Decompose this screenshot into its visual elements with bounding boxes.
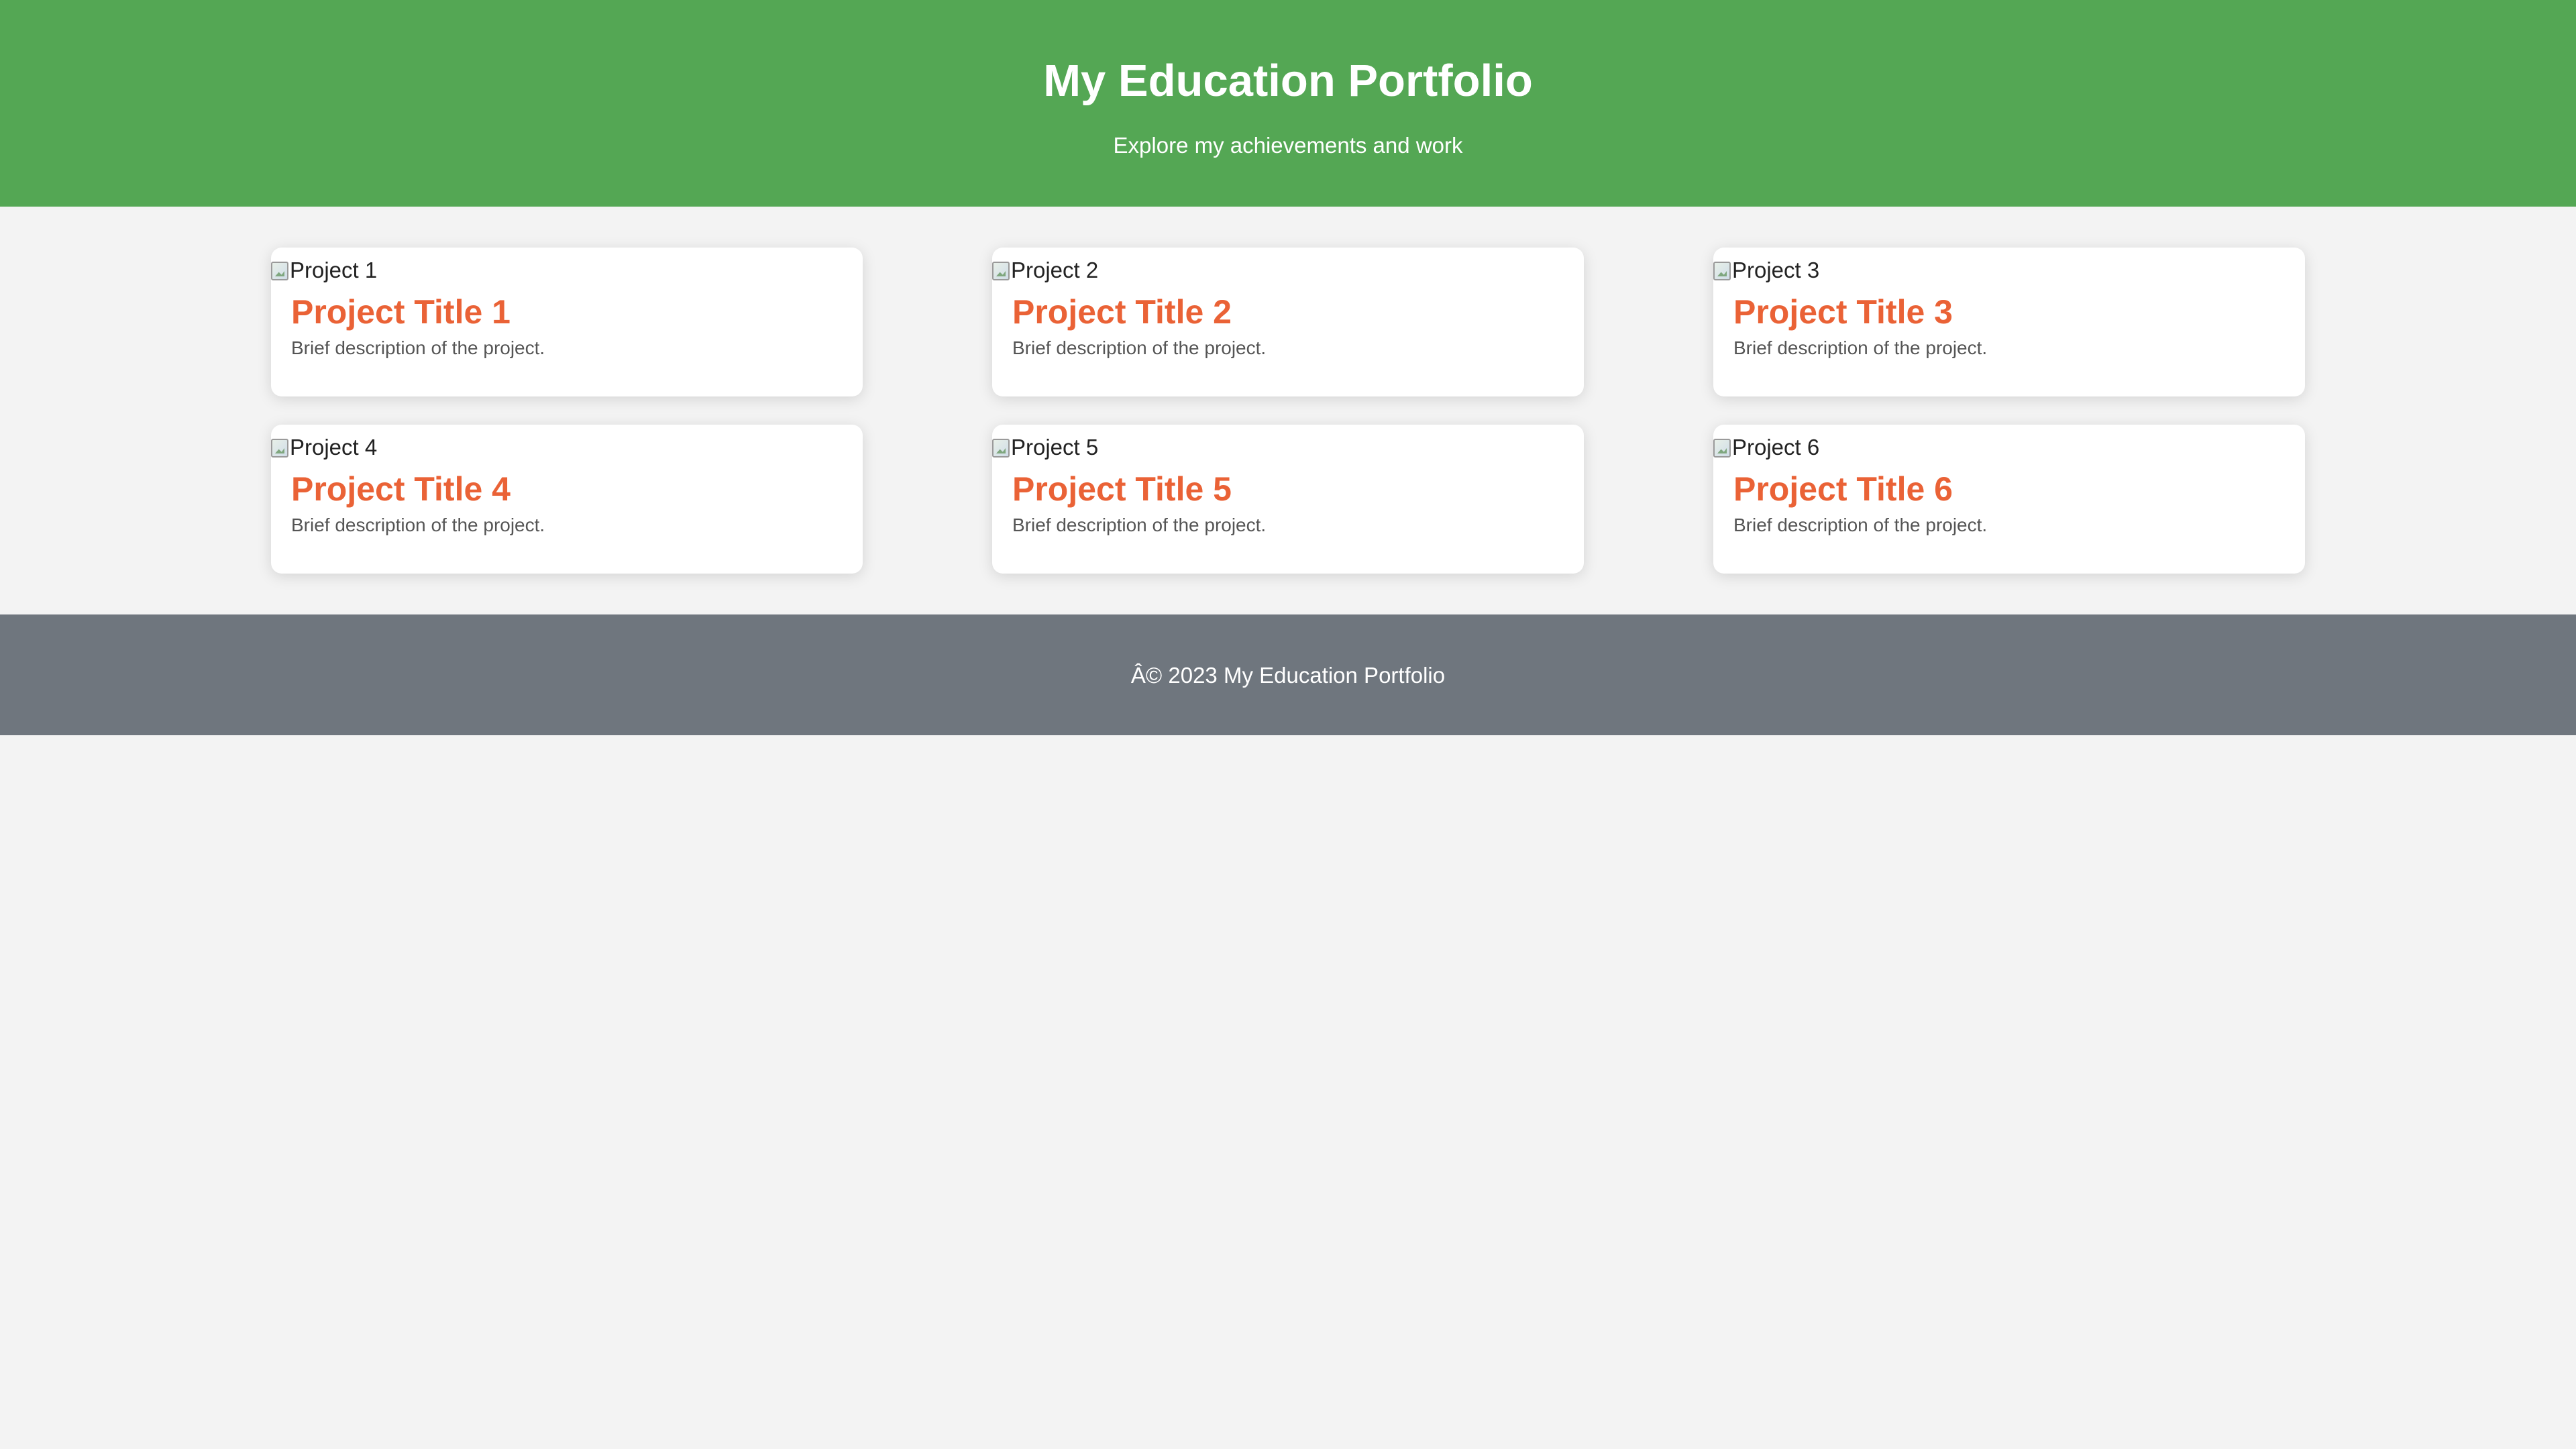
- broken-image-icon: [992, 262, 1010, 280]
- project-title-5: Project Title 5: [1012, 470, 1232, 508]
- site-footer: Â© 2023 My Education Portfolio: [0, 614, 2576, 735]
- project-image-alt-3: Project 3: [1732, 258, 1820, 282]
- project-image-6: Project 6: [1713, 434, 1819, 461]
- project-description-5: Brief description of the project.: [1012, 515, 1267, 535]
- project-description-1: Brief description of the project.: [291, 337, 545, 358]
- project-image-alt-5: Project 5: [1011, 435, 1099, 460]
- project-title-1: Project Title 1: [291, 293, 511, 331]
- project-description-2: Brief description of the project.: [1012, 337, 1267, 358]
- broken-image-icon: [1713, 439, 1731, 458]
- project-image-5: Project 5: [992, 434, 1098, 461]
- project-title-6: Project Title 6: [1733, 470, 1953, 508]
- project-image-alt-2: Project 2: [1011, 258, 1099, 282]
- project-image-4: Project 4: [271, 434, 377, 461]
- broken-image-icon: [271, 439, 288, 458]
- project-card-2[interactable]: Project 2 Project Title 2 Brief descript…: [992, 248, 1584, 396]
- project-card-6[interactable]: Project 6 Project Title 6 Brief descript…: [1713, 425, 2305, 574]
- project-card-1[interactable]: Project 1 Project Title 1 Brief descript…: [271, 248, 863, 396]
- project-title-3: Project Title 3: [1733, 293, 1953, 331]
- project-image-alt-4: Project 4: [290, 435, 378, 460]
- project-description-3: Brief description of the project.: [1733, 337, 1988, 358]
- project-title-2: Project Title 2: [1012, 293, 1232, 331]
- project-title-4: Project Title 4: [291, 470, 511, 508]
- project-image-alt-1: Project 1: [290, 258, 378, 282]
- footer-copyright: Â© 2023 My Education Portfolio: [1130, 663, 1446, 688]
- project-card-5[interactable]: Project 5 Project Title 5 Brief descript…: [992, 425, 1584, 574]
- project-image-alt-6: Project 6: [1732, 435, 1820, 460]
- project-image-1: Project 1: [271, 257, 377, 284]
- broken-image-icon: [1713, 262, 1731, 280]
- broken-image-icon: [271, 262, 288, 280]
- project-description-6: Brief description of the project.: [1733, 515, 1988, 535]
- project-card-3[interactable]: Project 3 Project Title 3 Brief descript…: [1713, 248, 2305, 396]
- project-image-2: Project 2: [992, 257, 1098, 284]
- broken-image-icon: [992, 439, 1010, 458]
- project-card-4[interactable]: Project 4 Project Title 4 Brief descript…: [271, 425, 863, 574]
- project-description-4: Brief description of the project.: [291, 515, 545, 535]
- projects-grid: Project 1 Project Title 1 Brief descript…: [0, 0, 2576, 614]
- project-image-3: Project 3: [1713, 257, 1819, 284]
